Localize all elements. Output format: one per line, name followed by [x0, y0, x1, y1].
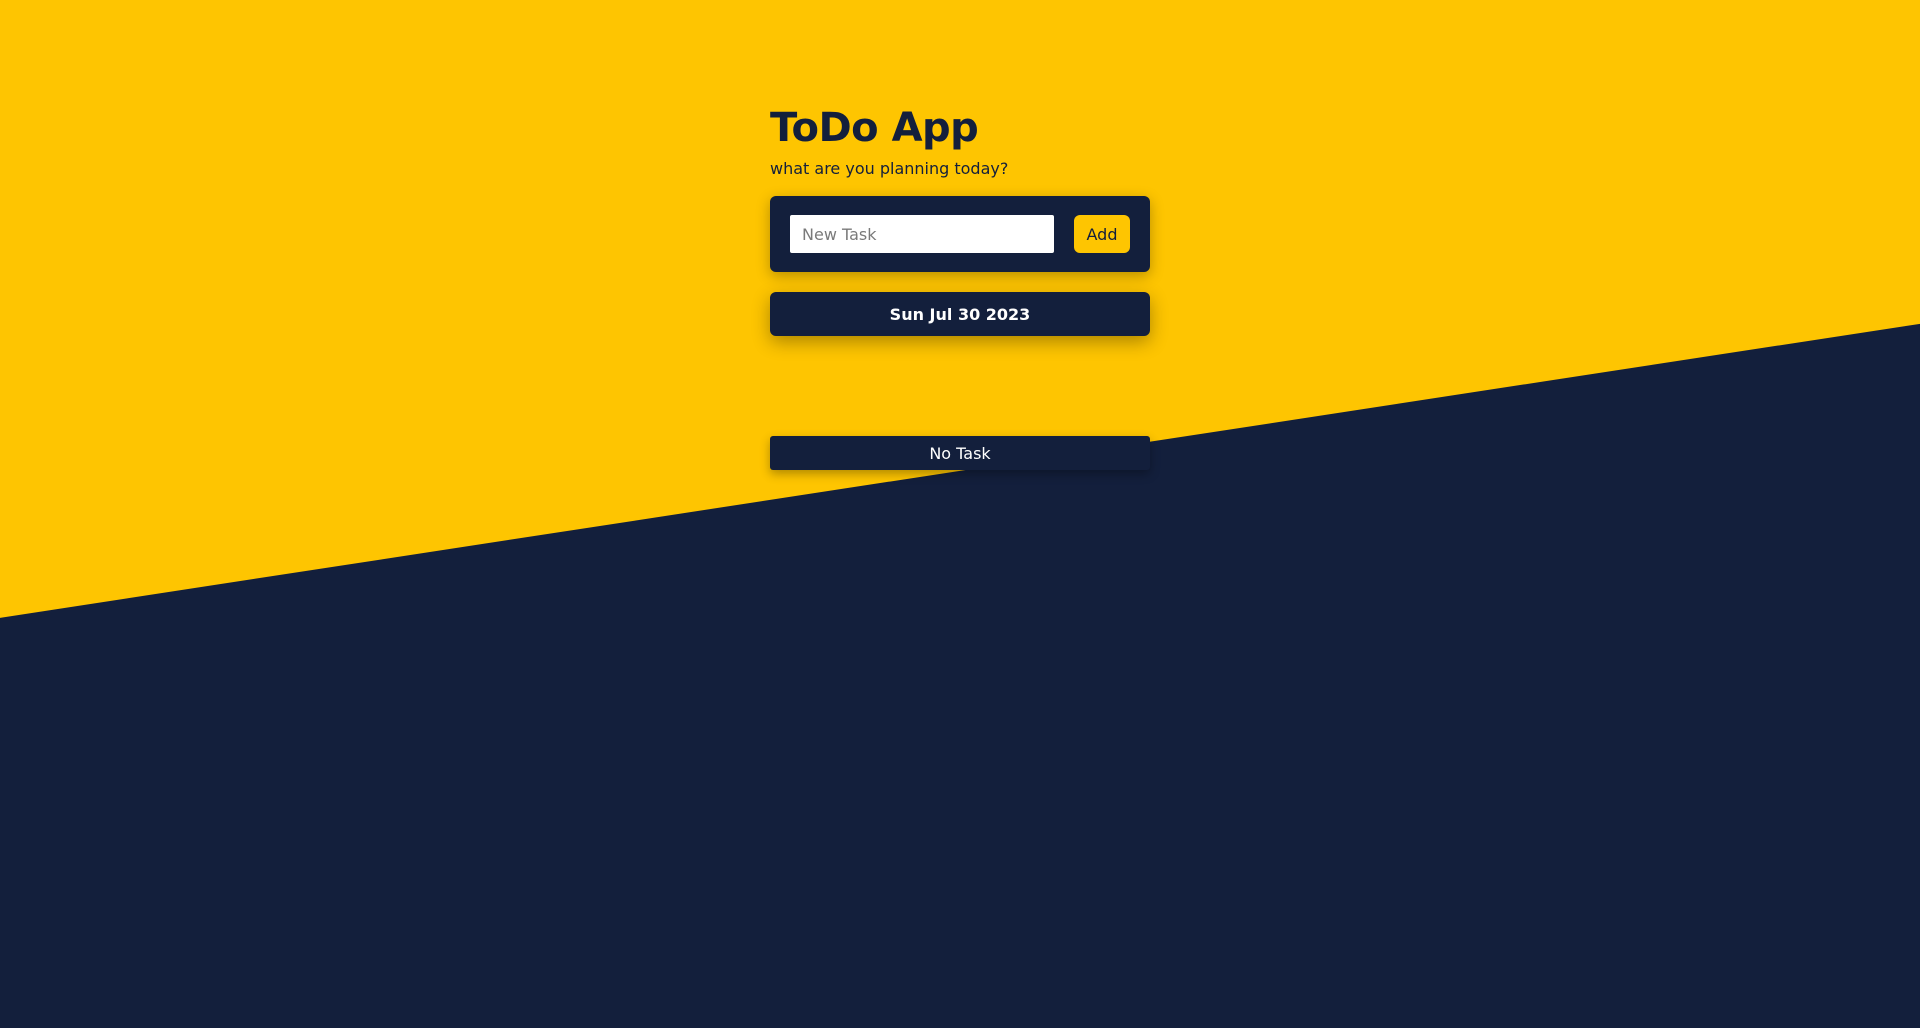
- app-subtitle: what are you planning today?: [770, 159, 1009, 178]
- new-task-input[interactable]: [790, 215, 1054, 253]
- todo-app-container: ToDo App what are you planning today? Ad…: [770, 102, 1150, 470]
- task-list: No Task: [770, 436, 1150, 470]
- app-background: ToDo App what are you planning today? Ad…: [0, 0, 1920, 1028]
- current-date-label: Sun Jul 30 2023: [889, 304, 1031, 324]
- current-date-bar: Sun Jul 30 2023: [770, 292, 1150, 336]
- add-task-button[interactable]: Add: [1074, 215, 1130, 253]
- app-title: ToDo App: [770, 105, 979, 151]
- empty-task-label: No Task: [929, 443, 991, 463]
- new-task-form: Add: [770, 196, 1150, 272]
- empty-task-message: No Task: [770, 436, 1150, 470]
